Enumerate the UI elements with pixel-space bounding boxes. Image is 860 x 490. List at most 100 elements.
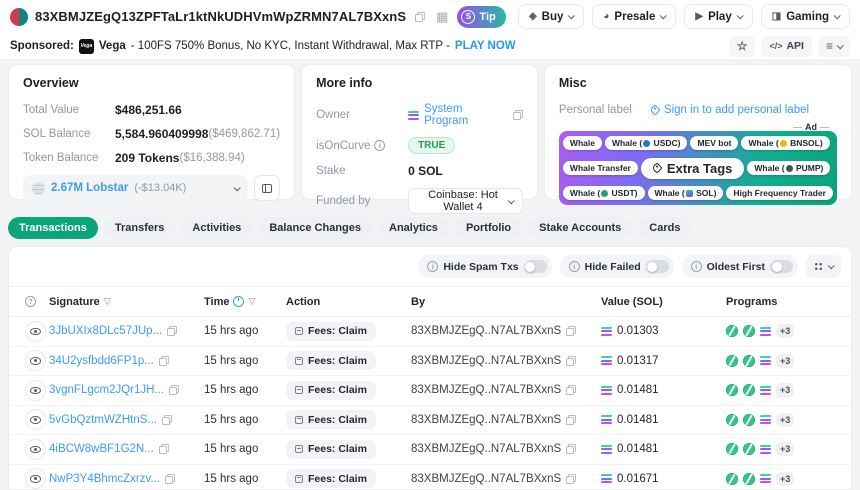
program-icon[interactable] — [743, 414, 755, 426]
hide-failed-toggle[interactable]: i Hide Failed — [560, 255, 674, 278]
portfolio-panel-button[interactable] — [254, 175, 280, 201]
tab-label: Transactions — [19, 222, 87, 234]
program-solana-icon[interactable] — [760, 356, 771, 365]
qr-code-button[interactable]: ▦ — [434, 8, 450, 25]
tag-pill[interactable]: Whale — [563, 136, 602, 150]
program-solana-icon[interactable] — [760, 474, 771, 483]
copy-icon[interactable] — [162, 415, 172, 425]
table-settings-button[interactable] — [806, 255, 841, 278]
copy-icon[interactable] — [169, 385, 179, 395]
owner-link[interactable]: System Program — [424, 103, 508, 127]
sol-icon — [601, 386, 612, 395]
preview-transaction-button[interactable] — [25, 350, 46, 371]
token-balance-usd: ($16,388.94) — [179, 152, 244, 164]
nav-presale-button[interactable]: Presale — [592, 4, 676, 29]
nav-buy-button[interactable]: Buy — [518, 4, 584, 29]
program-icon[interactable] — [743, 325, 755, 337]
tag-row: WhaleWhale ( USDC)MEV botWhale ( BNSOL) — [563, 136, 833, 150]
tag-pill[interactable]: Whale ( BNSOL) — [741, 136, 829, 150]
copy-icon[interactable] — [566, 474, 576, 484]
presale-icon — [603, 12, 609, 22]
toggle-switch[interactable] — [646, 260, 669, 273]
toggle-switch[interactable] — [770, 260, 793, 273]
play-now-link[interactable]: PLAY NOW — [455, 40, 516, 52]
copy-icon[interactable] — [165, 474, 175, 484]
token-selector[interactable]: 2.67M Lobstar (-$13.04K) — [23, 175, 248, 201]
copy-icon[interactable] — [566, 326, 576, 336]
tab-transfers[interactable]: Transfers — [104, 217, 176, 239]
signature-link[interactable]: 3vgnFLgcm2JQr1JH... — [49, 384, 164, 396]
tab-cards[interactable]: Cards — [638, 217, 691, 239]
nav-gaming-button[interactable]: Gaming — [761, 4, 850, 29]
extra-tags-pill[interactable]: Extra Tags — [641, 158, 745, 179]
signature-link[interactable]: 3JbUXIx8DLc57JUp... — [49, 325, 162, 337]
program-icon[interactable] — [726, 473, 738, 485]
token-selector-change: (-$13.04K) — [134, 182, 186, 194]
program-icon[interactable] — [726, 384, 738, 396]
sign-in-label-link[interactable]: Sign in to add personal label — [651, 104, 809, 116]
api-button[interactable]: </> API — [761, 36, 812, 57]
copy-address-button[interactable] — [413, 10, 427, 24]
funded-by-select[interactable]: Coinbase: Hot Wallet 4 — [408, 188, 523, 214]
tab-analytics[interactable]: Analytics — [378, 217, 449, 239]
token-dot-icon — [786, 165, 793, 172]
favorite-button[interactable]: ☆ — [729, 36, 756, 57]
tx-value: 0.01671 — [617, 473, 659, 485]
nav-play-button[interactable]: Play — [684, 4, 752, 29]
tab-balance-changes[interactable]: Balance Changes — [258, 217, 372, 239]
tab-activities[interactable]: Activities — [181, 217, 252, 239]
tx-time: 15 hrs ago — [204, 414, 286, 426]
program-solana-icon[interactable] — [760, 445, 771, 454]
program-icon[interactable] — [726, 414, 738, 426]
copy-icon[interactable] — [566, 356, 576, 366]
tip-button[interactable]: S Tip — [457, 6, 505, 28]
signature-link[interactable]: 5vGbQztmWZHtnS... — [49, 414, 157, 426]
toggle-switch[interactable] — [524, 260, 547, 273]
copy-icon[interactable] — [167, 326, 177, 336]
program-icon[interactable] — [726, 325, 738, 337]
tag-pill[interactable]: Whale ( SOL) — [648, 186, 724, 200]
program-solana-icon[interactable] — [760, 327, 771, 336]
claim-icon — [295, 327, 303, 335]
program-icon[interactable] — [743, 355, 755, 367]
preview-transaction-button[interactable] — [25, 321, 46, 342]
program-icon[interactable] — [743, 443, 755, 455]
tab-transactions[interactable]: Transactions — [8, 217, 98, 239]
signature-link[interactable]: NwP3Y4BhmcZxrzv... — [49, 473, 160, 485]
copy-icon[interactable] — [159, 356, 169, 366]
tag-pill[interactable]: MEV bot — [690, 136, 738, 150]
tab-stake-accounts[interactable]: Stake Accounts — [528, 217, 632, 239]
personal-label: Personal label — [559, 104, 651, 116]
signature-link[interactable]: 4iBCW8wBF1G2N... — [49, 443, 154, 455]
tag-pill[interactable]: High Frequency Trader — [726, 186, 833, 200]
tag-pill[interactable]: Whale ( USDC) — [605, 136, 688, 150]
copy-icon[interactable] — [566, 385, 576, 395]
program-icon[interactable] — [726, 443, 738, 455]
program-solana-icon[interactable] — [760, 415, 771, 424]
token-dot-icon — [643, 140, 650, 147]
preview-transaction-button[interactable] — [25, 468, 46, 489]
view-options-button[interactable]: ≡ — [818, 36, 850, 57]
preview-transaction-button[interactable] — [25, 409, 46, 430]
tag-pill[interactable]: Whale ( PUMP) — [747, 161, 830, 175]
clock-icon[interactable] — [233, 296, 244, 307]
filter-funnel-icon[interactable]: ▽ — [104, 297, 111, 306]
tag-pill[interactable]: Whale Transfer — [563, 161, 638, 175]
signature-link[interactable]: 34U2ysfbdd6FP1p... — [49, 355, 154, 367]
hide-spam-toggle[interactable]: i Hide Spam Txs — [418, 255, 551, 278]
oldest-first-toggle[interactable]: i Oldest First — [682, 255, 798, 278]
program-solana-icon[interactable] — [760, 386, 771, 395]
tag-pill[interactable]: Whale ( USDT) — [563, 186, 645, 200]
copy-icon[interactable] — [566, 415, 576, 425]
preview-transaction-button[interactable] — [25, 380, 46, 401]
program-icon[interactable] — [743, 384, 755, 396]
preview-transaction-button[interactable] — [25, 439, 46, 460]
copy-icon[interactable] — [159, 444, 169, 454]
program-icon[interactable] — [726, 355, 738, 367]
copy-icon[interactable] — [566, 444, 576, 454]
tab-portfolio[interactable]: Portfolio — [455, 217, 522, 239]
filter-funnel-icon[interactable]: ▽ — [248, 297, 255, 306]
copy-icon[interactable] — [513, 110, 523, 120]
program-icon[interactable] — [743, 473, 755, 485]
tags-banner[interactable]: WhaleWhale ( USDC)MEV botWhale ( BNSOL)W… — [559, 131, 837, 205]
